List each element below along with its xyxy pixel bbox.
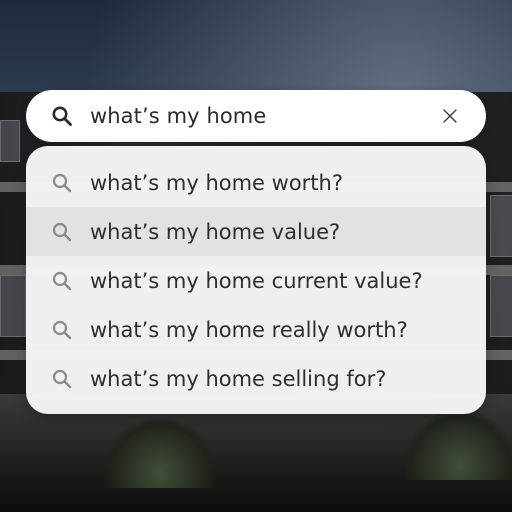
background-window bbox=[490, 195, 512, 257]
background-window bbox=[490, 275, 512, 337]
search-icon bbox=[52, 271, 72, 290]
search-input[interactable]: what’s my home bbox=[90, 104, 436, 128]
search-icon bbox=[52, 222, 72, 241]
search-icon bbox=[52, 320, 72, 339]
search-icon bbox=[52, 369, 72, 388]
suggestion-label: what’s my home selling for? bbox=[90, 366, 387, 391]
suggestion-label: what’s my home current value? bbox=[90, 268, 423, 293]
suggestion-item[interactable]: what’s my home selling for? bbox=[26, 354, 486, 403]
suggestion-label: what’s my home worth? bbox=[90, 170, 343, 195]
suggestion-item-highlighted[interactable]: what’s my home value? bbox=[26, 207, 486, 256]
suggestion-item[interactable]: what’s my home really worth? bbox=[26, 305, 486, 354]
search-icon bbox=[52, 106, 72, 126]
search-icon bbox=[52, 173, 72, 192]
search-box[interactable]: what’s my home bbox=[26, 90, 486, 142]
clear-button[interactable] bbox=[436, 102, 464, 130]
suggestion-item[interactable]: what’s my home current value? bbox=[26, 256, 486, 305]
suggestion-label: what’s my home value? bbox=[90, 219, 341, 244]
background-plant bbox=[400, 410, 512, 480]
close-icon bbox=[443, 109, 457, 123]
background-window bbox=[0, 275, 26, 337]
suggestion-item[interactable]: what’s my home worth? bbox=[26, 158, 486, 207]
suggestion-label: what’s my home really worth? bbox=[90, 317, 408, 342]
background-plant bbox=[100, 418, 220, 488]
suggestions-panel: what’s my home worth? what’s my home val… bbox=[26, 146, 486, 414]
background-window bbox=[0, 120, 20, 162]
